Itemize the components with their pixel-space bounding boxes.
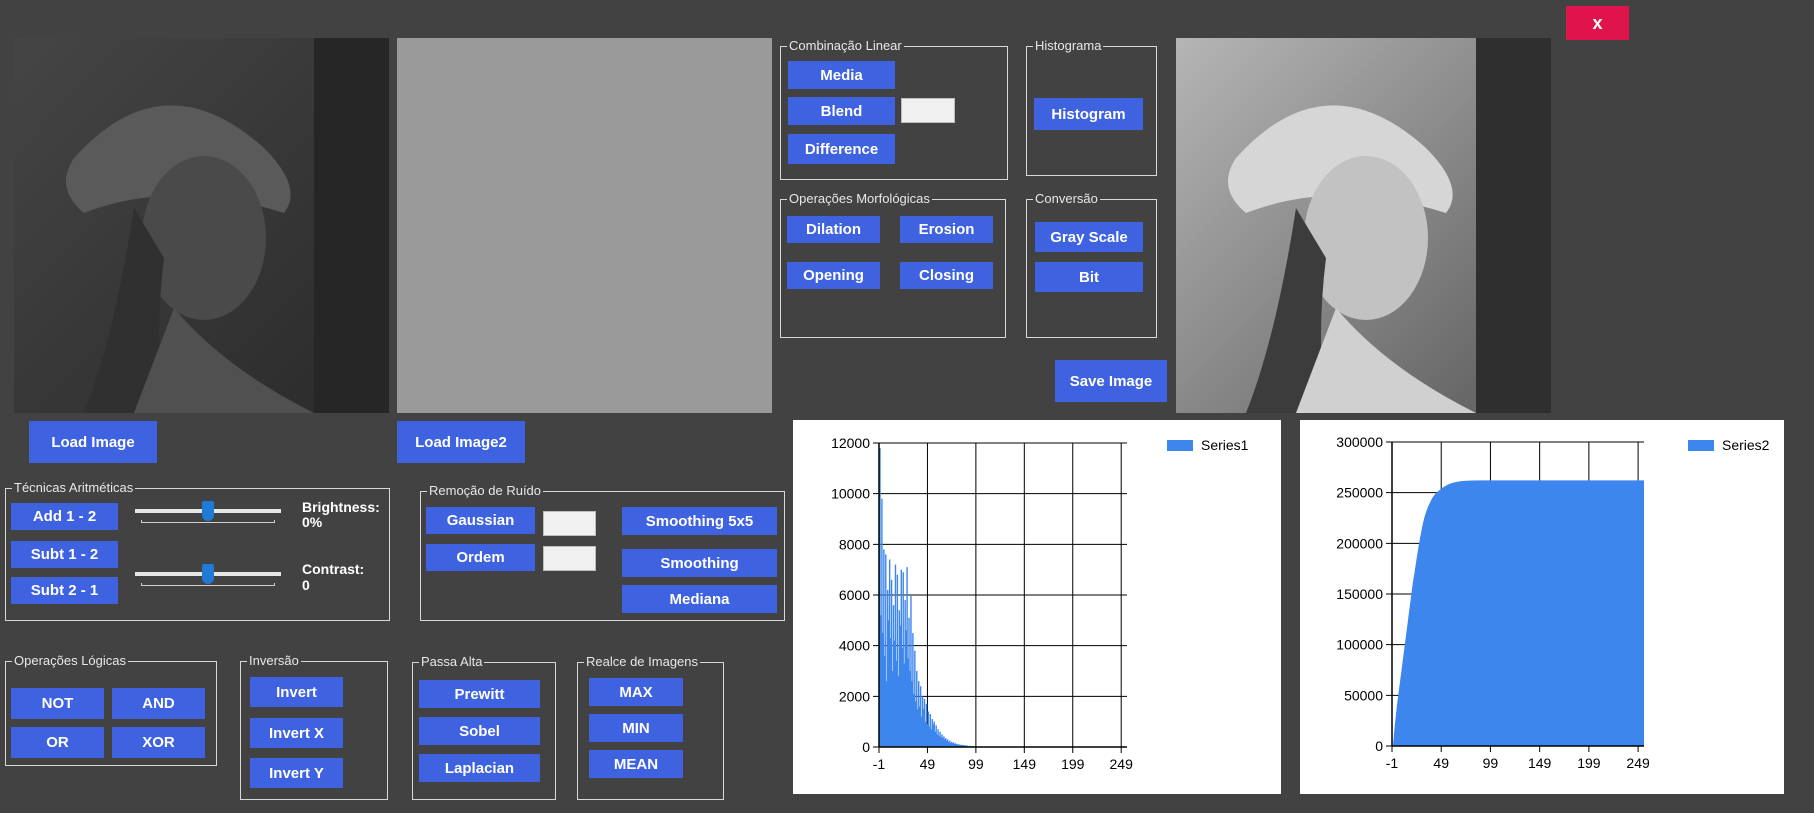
y-tick-label: 250000: [1336, 485, 1383, 501]
slider-thumb[interactable]: [202, 564, 214, 584]
brightness-label: Brightness:: [302, 499, 380, 515]
y-tick-label: 50000: [1344, 687, 1383, 703]
gaussian-button[interactable]: Gaussian: [426, 507, 535, 534]
or-button[interactable]: OR: [11, 727, 104, 758]
group-title: Inversão: [247, 653, 301, 669]
group-title: Remoção de Ruído: [427, 483, 544, 499]
brightness-slider[interactable]: [135, 499, 281, 525]
portrait-image-3: [1176, 38, 1551, 413]
x-tick-label: 49: [920, 756, 936, 772]
max-button[interactable]: MAX: [589, 678, 683, 706]
x-tick-label: 99: [1483, 755, 1499, 771]
legend-label: Series1: [1201, 437, 1249, 453]
opening-button[interactable]: Opening: [787, 262, 880, 289]
histogram-chart: 0 2000 4000 6000 8000 10000 12000 -1 49 99 149 199 2…: [793, 420, 1281, 794]
image-box-1: [14, 38, 389, 413]
x-tick-label: 149: [1013, 756, 1037, 772]
invert-y-button[interactable]: Invert Y: [250, 758, 343, 788]
y-tick-label: 6000: [839, 587, 870, 603]
x-tick-label: 49: [1433, 755, 1449, 771]
x-tick-label: -1: [873, 756, 886, 772]
y-tick-label: 0: [1375, 738, 1383, 754]
media-button[interactable]: Media: [788, 61, 895, 89]
mediana-button[interactable]: Mediana: [622, 585, 777, 613]
closing-button[interactable]: Closing: [900, 262, 993, 289]
not-button[interactable]: NOT: [11, 688, 104, 719]
dilation-button[interactable]: Dilation: [787, 216, 880, 243]
gaussian-input[interactable]: [543, 511, 596, 536]
cumulative-area: [1392, 480, 1644, 746]
mean-button[interactable]: MEAN: [589, 750, 683, 778]
blend-button[interactable]: Blend: [788, 97, 895, 125]
close-icon: x: [1592, 12, 1603, 33]
legend-swatch: [1688, 440, 1714, 451]
group-title: Operações Morfológicas: [787, 191, 932, 207]
group-title: Realce de Imagens: [584, 654, 701, 670]
group-title: Histograma: [1033, 38, 1104, 54]
invert-button[interactable]: Invert: [250, 677, 343, 707]
smoothing-5x5-button[interactable]: Smoothing 5x5: [622, 507, 777, 535]
x-tick-label: 199: [1061, 756, 1085, 772]
gray-scale-button[interactable]: Gray Scale: [1035, 222, 1143, 252]
y-tick-label: 200000: [1336, 535, 1383, 551]
sobel-button[interactable]: Sobel: [419, 717, 540, 745]
y-tick-label: 8000: [839, 536, 870, 552]
x-tick-label: 249: [1626, 755, 1650, 771]
group-title: Técnicas Aritméticas: [12, 480, 136, 496]
min-button[interactable]: MIN: [589, 714, 683, 742]
y-tick-label: 10000: [831, 486, 870, 502]
difference-button[interactable]: Difference: [788, 134, 895, 164]
x-tick-label: 199: [1577, 755, 1601, 771]
load-image2-button[interactable]: Load Image2: [397, 421, 525, 463]
image-box-3: [1176, 38, 1551, 413]
histogram-chart-svg: 0 2000 4000 6000 8000 10000 12000 -1 49 99 149 199 2…: [831, 435, 1249, 772]
brightness-value: 0%: [302, 514, 323, 530]
slider-thumb[interactable]: [202, 501, 214, 521]
group-title: Combinação Linear: [787, 38, 904, 54]
smoothing-button[interactable]: Smoothing: [622, 549, 777, 577]
contrast-slider[interactable]: [135, 562, 281, 588]
bit-button[interactable]: Bit: [1035, 262, 1143, 292]
cumulative-histogram-chart: 0 50000 100000 150000 200000 250000 300000 -1 49…: [1300, 420, 1784, 794]
portrait-image-1: [14, 38, 389, 413]
laplacian-button[interactable]: Laplacian: [419, 754, 540, 782]
contrast-value: 0: [302, 577, 310, 593]
y-tick-label: 4000: [839, 638, 870, 654]
erosion-button[interactable]: Erosion: [900, 216, 993, 243]
blend-input[interactable]: [901, 98, 955, 123]
x-tick-label: 149: [1528, 755, 1552, 771]
prewitt-button[interactable]: Prewitt: [419, 680, 540, 708]
add-1-2-button[interactable]: Add 1 - 2: [11, 503, 118, 530]
group-title: Passa Alta: [419, 654, 485, 670]
y-tick-label: 0: [862, 739, 870, 755]
subt-1-2-button[interactable]: Subt 1 - 2: [11, 541, 118, 568]
x-tick-label: 249: [1110, 756, 1134, 772]
ordem-input[interactable]: [543, 546, 596, 571]
subt-2-1-button[interactable]: Subt 2 - 1: [11, 577, 118, 604]
x-tick-label: 99: [968, 756, 984, 772]
legend-label: Series2: [1722, 437, 1770, 453]
image-box-2: [397, 38, 772, 413]
legend-swatch: [1167, 440, 1193, 451]
close-button[interactable]: x: [1566, 6, 1629, 40]
xor-button[interactable]: XOR: [112, 727, 205, 758]
invert-x-button[interactable]: Invert X: [250, 718, 343, 748]
group-title: Operações Lógicas: [12, 653, 129, 669]
histogram-button[interactable]: Histogram: [1034, 98, 1143, 130]
contrast-label: Contrast:: [302, 561, 365, 577]
x-tick-label: -1: [1386, 755, 1399, 771]
load-image-button[interactable]: Load Image: [29, 421, 157, 463]
y-tick-label: 2000: [839, 688, 870, 704]
y-tick-label: 12000: [831, 435, 870, 451]
save-image-button[interactable]: Save Image: [1055, 360, 1167, 402]
y-tick-label: 300000: [1336, 434, 1383, 450]
cumulative-chart-svg: 0 50000 100000 150000 200000 250000 300000 -1 49…: [1336, 434, 1770, 771]
y-tick-label: 100000: [1336, 637, 1383, 653]
group-title: Conversão: [1033, 191, 1100, 207]
and-button[interactable]: AND: [112, 688, 205, 719]
y-tick-label: 150000: [1336, 586, 1383, 602]
ordem-button[interactable]: Ordem: [426, 544, 535, 571]
